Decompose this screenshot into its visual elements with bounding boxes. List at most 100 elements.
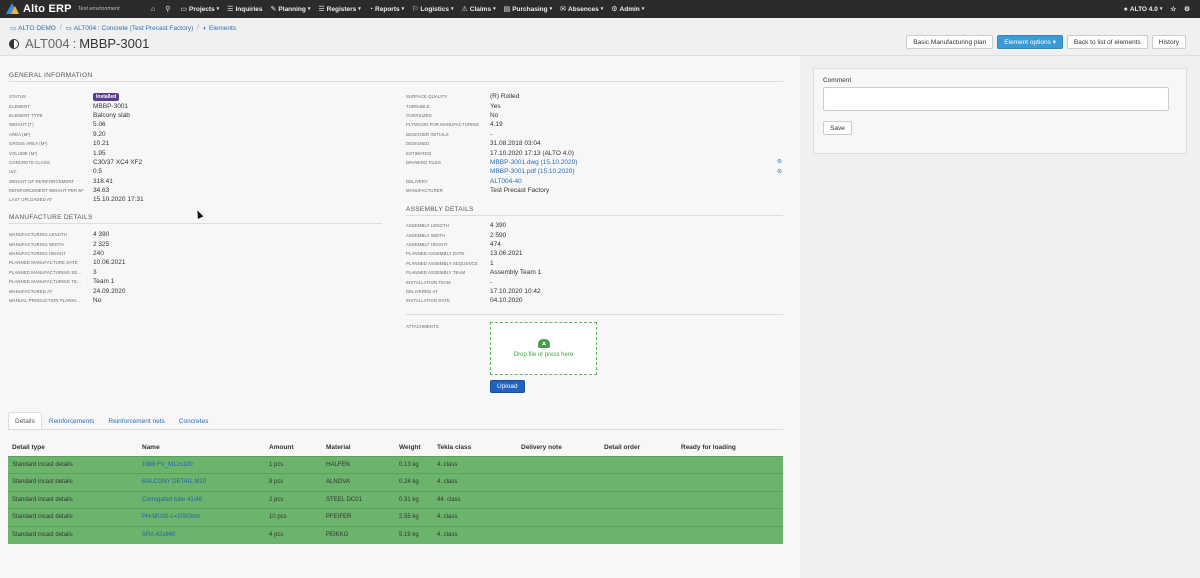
field-link[interactable]: MBBP-3001.pdf (15.10.2020) <box>490 168 575 175</box>
nav-registers[interactable]: ☰ Registers ▾ <box>314 0 364 18</box>
basic-manufacturing-plan-button[interactable]: Basic Manufacturing plan <box>906 35 994 49</box>
nav-logistics[interactable]: ⚐ Logistics ▾ <box>408 0 457 18</box>
field-label: Assembly height <box>406 241 448 247</box>
file-dropzone[interactable]: Drop file or press here <box>490 322 597 375</box>
breadcrumb-label: Elements <box>209 24 237 32</box>
field-label: Delivery <box>406 178 428 184</box>
chevron-down-icon: ▾ <box>401 6 405 12</box>
field-row: Manufacturing width 2 325 <box>9 239 126 248</box>
nav-claims[interactable]: ⚠ Claims ▾ <box>457 0 499 18</box>
comment-input[interactable] <box>823 87 1169 111</box>
download-dwg-icon[interactable]: ⊜ <box>777 158 782 165</box>
field-row: Drawing files MBBP-3001.dwg (15.10.2020) <box>406 158 577 167</box>
nav-reports[interactable]: ◔ Reports ▾ <box>365 0 408 18</box>
table-header-row: Detail type Name Amount Material Weight Tekla… <box>8 440 783 456</box>
nav-absences[interactable]: ✉ Absences ▾ <box>556 0 607 18</box>
save-comment-button[interactable]: Save <box>823 121 852 135</box>
nav-purchasing[interactable]: ▤ Purchasing ▾ <box>500 0 557 18</box>
field-row: Installation date 04.10.2020 <box>406 296 541 305</box>
brand[interactable]: Alto ERP Test environment <box>0 3 140 15</box>
user-menu[interactable]: ● ALTO 4.0 ▾ <box>1120 0 1167 18</box>
table-cell: Standard incast details <box>8 508 138 526</box>
field-row: Oversized No <box>406 111 577 120</box>
table-row[interactable]: Standard incast details 1988 FV_M12x100 1 … <box>8 455 783 474</box>
nav-home[interactable]: ⌂ <box>147 0 161 18</box>
detail-name-link[interactable]: Corrugated tube 41/46 <box>138 490 265 509</box>
table-cell: HALFEN <box>322 455 395 474</box>
purchasing-icon: ▤ <box>503 6 511 13</box>
nav-absences-label: Absences <box>568 5 599 13</box>
detail-name-link[interactable]: PH-MU20-L=1000mm <box>138 508 265 526</box>
assembly-fields: Assembly length 4 390 Assembly width 2 590 A… <box>406 221 541 306</box>
tab-details[interactable]: Details <box>8 412 42 429</box>
tab-reinforcement-nets[interactable]: Reinforcement nets <box>101 412 171 429</box>
table-row[interactable]: Standard incast details BALCONY DETAIL M1… <box>8 473 783 491</box>
field-label: Last uploaded at <box>9 197 53 203</box>
field-value: No <box>490 111 499 119</box>
comment-label: Comment <box>823 77 852 84</box>
tab-concretes[interactable]: Concretes <box>172 412 216 429</box>
tabs-divider <box>8 429 783 430</box>
table-cell: 0.31 kg <box>395 490 433 509</box>
table-row[interactable]: Standard incast details Corrugated tube 4… <box>8 490 783 509</box>
field-label: Installation date <box>406 298 450 304</box>
admin-icon: ⚙ <box>611 6 618 13</box>
table-cell: 0.24 kg <box>395 473 433 491</box>
nav-search[interactable]: ⚲ <box>161 0 176 18</box>
field-value: 17.10.2020 17:13 (ALTO 4.0) <box>490 149 574 157</box>
breadcrumb-item[interactable]: ◐ Elements <box>203 24 236 32</box>
field-row: Assembly length 4 390 <box>406 221 541 230</box>
detail-name-link[interactable]: 1988 FV_M12x100 <box>138 455 265 474</box>
download-pdf-icon[interactable]: ⊜ <box>777 168 782 175</box>
table-cell: 4 pcs <box>265 525 322 544</box>
chevron-down-icon: ▾ <box>216 6 220 12</box>
breadcrumb-item[interactable]: ▭ ALTO DEMO <box>10 24 56 33</box>
field-label: Volume (m³) <box>9 150 38 156</box>
back-to-list-button[interactable]: Back to list of elements <box>1066 35 1148 49</box>
field-value: 4.19 <box>490 121 503 129</box>
field-row: Element type Balcony slab <box>9 111 144 120</box>
table-cell: 2.55 kg <box>395 508 433 526</box>
nav-planning[interactable]: ✎ Planning ▾ <box>267 0 315 18</box>
table-row[interactable]: Standard incast details SRA 42x840 4 pcs PE… <box>8 525 783 544</box>
detail-name-link[interactable]: SRA 42x840 <box>138 525 265 544</box>
nav-projects[interactable]: ▭ Projects ▾ <box>176 0 223 18</box>
field-row: Manufacturing length 4 390 <box>9 230 126 239</box>
field-label: Delivered at <box>406 288 438 294</box>
history-button[interactable]: History <box>1151 35 1186 49</box>
field-link[interactable]: ALT004-40 <box>490 178 522 185</box>
tab-reinforcements[interactable]: Reinforcements <box>42 412 102 429</box>
table-cell: Standard incast details <box>8 490 138 509</box>
detail-name-link[interactable]: BALCONY DETAIL M10 <box>138 473 265 491</box>
field-row: Planned manufacture date 10.06.2021 <box>9 258 126 267</box>
table-cell <box>517 508 600 526</box>
navbar-right: ● ALTO 4.0 ▾ ☆ ⚙ <box>1120 0 1194 18</box>
table-row[interactable]: Standard incast details PH-MU20-L=1000mm 1… <box>8 508 783 526</box>
field-value: 318.41 <box>93 177 113 185</box>
field-link[interactable]: MBBP-3001.dwg (15.10.2020) <box>490 159 577 166</box>
manufacture-divider <box>9 223 382 224</box>
nav-inquiries[interactable]: ☰ Inquiries <box>223 0 266 18</box>
field-value: 24.09.2020 <box>93 287 126 295</box>
field-row: U/C 0.5 <box>9 167 144 176</box>
field-label: Designer initials <box>406 131 449 137</box>
nav-projects-label: Projects <box>189 5 215 13</box>
nav-admin[interactable]: ⚙ Admin ▾ <box>607 0 648 18</box>
upload-button[interactable]: Upload <box>490 380 525 393</box>
field-value: 15.10.2020 17:31 <box>93 196 144 204</box>
chevron-down-icon: ▾ <box>549 6 553 12</box>
table-body: Standard incast details 1988 FV_M12x100 1 … <box>8 455 783 544</box>
breadcrumb-item[interactable]: ▭ ALT004 : Concrete (Test Precast Factory… <box>66 24 194 33</box>
general-information-title: GENERAL INFORMATION <box>9 72 93 79</box>
nav-claims-label: Claims <box>469 5 492 13</box>
field-label: Installation team <box>406 279 451 285</box>
table-cell: 2 pcs <box>265 490 322 509</box>
favorite-icon[interactable]: ☆ <box>1166 0 1180 18</box>
settings-gear-icon[interactable]: ⚙ <box>1180 0 1194 18</box>
claims-icon: ⚠ <box>461 6 468 13</box>
element-options-button[interactable]: Element options ▾ <box>997 35 1063 49</box>
general-divider <box>9 81 783 82</box>
field-label: Drawing files <box>406 159 442 165</box>
field-label: Gross area (m²) <box>9 141 48 147</box>
projects-icon: ▭ <box>180 6 187 13</box>
